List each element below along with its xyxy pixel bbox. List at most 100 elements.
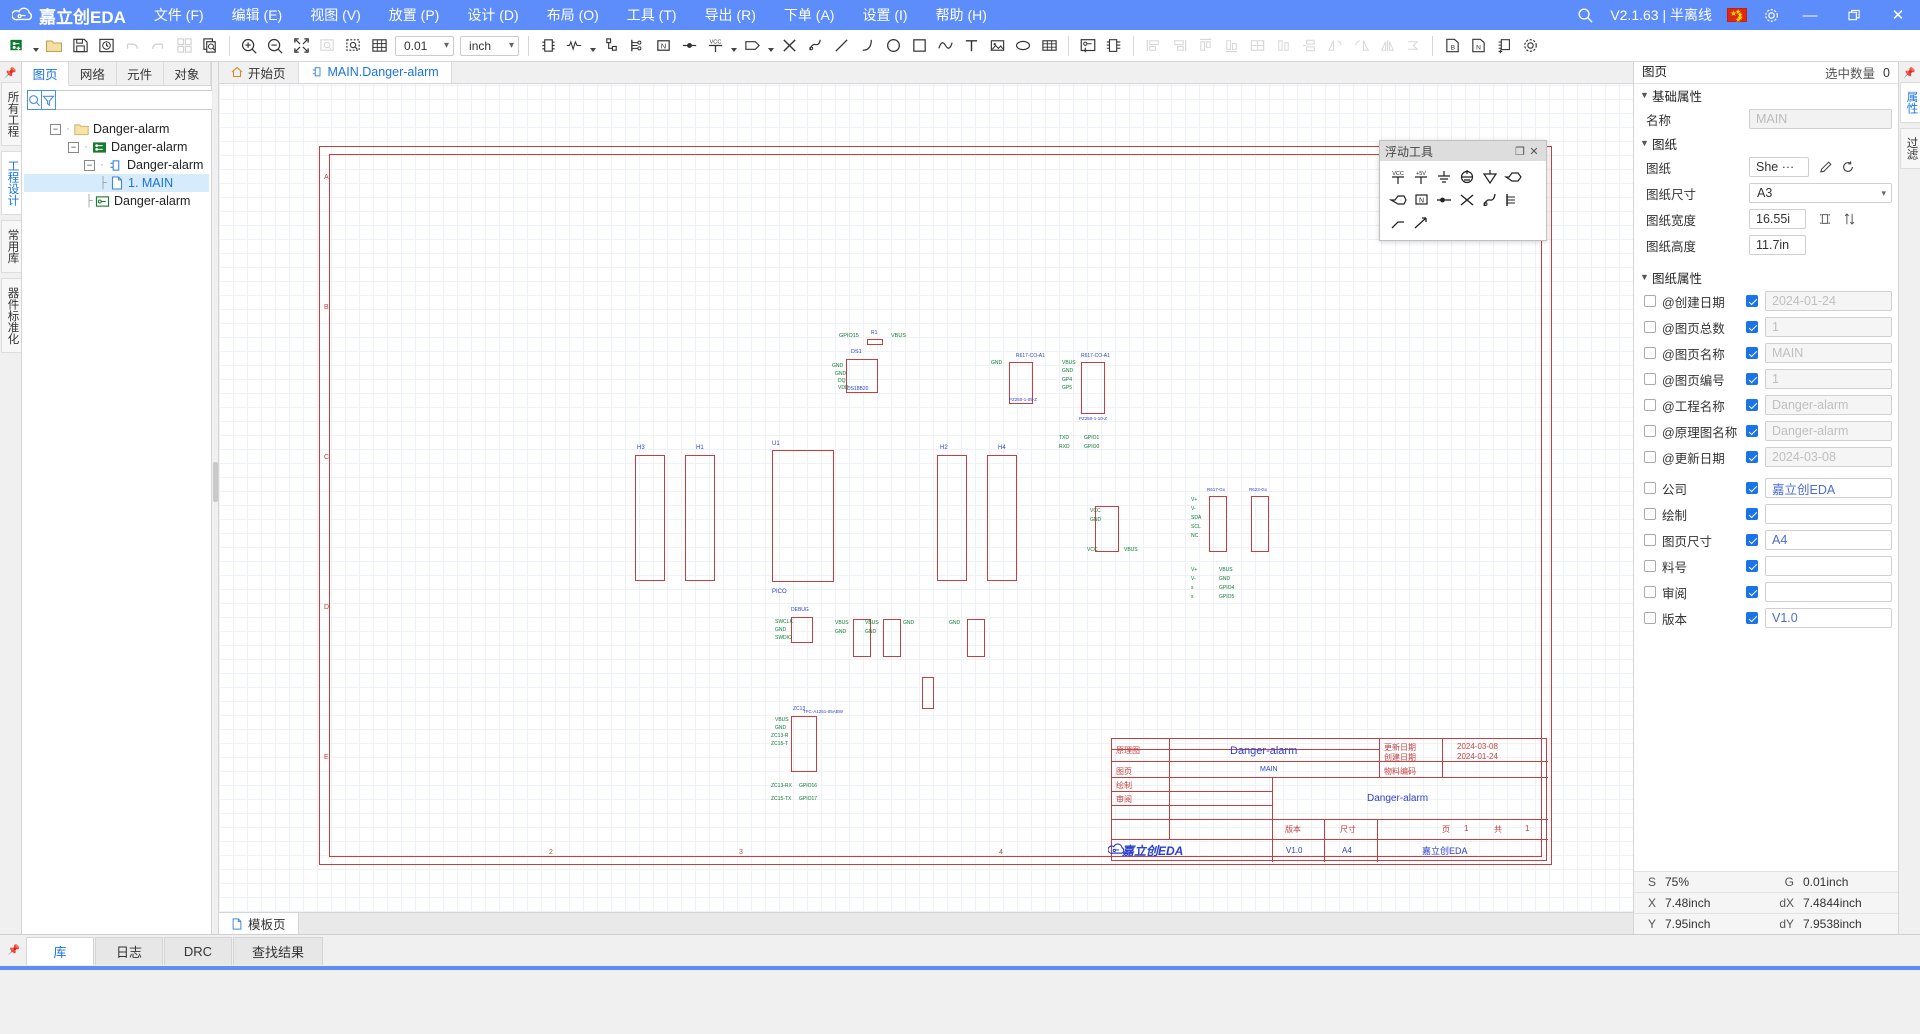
bus-entry-icon[interactable] bbox=[1386, 211, 1409, 234]
doc-tab-start-page[interactable]: 开始页 bbox=[219, 62, 299, 83]
netlabel-icon[interactable]: N bbox=[650, 33, 676, 59]
restore-icon[interactable]: ❐ bbox=[1513, 145, 1527, 158]
minimize-button[interactable]: — bbox=[1788, 0, 1832, 30]
fit-screen-icon[interactable] bbox=[288, 33, 314, 59]
menu-layout[interactable]: 布局 (O) bbox=[533, 0, 613, 30]
attr-visible-checkbox[interactable] bbox=[1746, 399, 1758, 411]
panel-tab-objects[interactable]: 对象 bbox=[163, 62, 211, 85]
menu-order[interactable]: 下单 (A) bbox=[770, 0, 849, 30]
pin-icon[interactable]: 📌 bbox=[1903, 64, 1915, 82]
attr-visible-checkbox[interactable] bbox=[1746, 482, 1758, 494]
attr-value[interactable] bbox=[1765, 556, 1892, 576]
panel-tab-sheets[interactable]: 图页 bbox=[22, 62, 70, 86]
connector-h1[interactable] bbox=[685, 455, 715, 581]
left-splitter[interactable] bbox=[212, 62, 219, 934]
attr-visible-checkbox[interactable] bbox=[1746, 451, 1758, 463]
attr-value[interactable]: 1 bbox=[1765, 317, 1892, 337]
footer-tab-library[interactable]: 库 bbox=[26, 936, 94, 965]
attr-checkbox[interactable] bbox=[1644, 508, 1656, 520]
zoom-area-icon[interactable] bbox=[340, 33, 366, 59]
floating-tool-palette[interactable]: 浮动工具 ❐ ✕ VCC +5V N bbox=[1379, 140, 1547, 241]
expander-icon[interactable]: − bbox=[68, 141, 79, 153]
bus-icon[interactable] bbox=[624, 33, 650, 59]
module-g1[interactable] bbox=[1209, 496, 1227, 552]
attr-visible-checkbox[interactable] bbox=[1746, 425, 1758, 437]
attr-value[interactable]: MAIN bbox=[1765, 343, 1892, 363]
new-sheet-icon[interactable] bbox=[4, 33, 30, 59]
gear-icon[interactable] bbox=[1754, 0, 1788, 30]
place-symbol-icon[interactable] bbox=[1101, 33, 1127, 59]
copy-paste-icon[interactable] bbox=[171, 33, 197, 59]
expander-icon[interactable]: − bbox=[84, 159, 95, 171]
image-icon[interactable] bbox=[984, 33, 1010, 59]
place-part-icon[interactable] bbox=[1075, 33, 1101, 59]
header-j5[interactable] bbox=[967, 619, 985, 657]
name-input[interactable]: MAIN bbox=[1749, 109, 1892, 129]
footer-tab-log[interactable]: 日志 bbox=[95, 936, 163, 965]
expander-icon[interactable]: − bbox=[50, 123, 61, 135]
menu-help[interactable]: 帮助 (H) bbox=[922, 0, 1001, 30]
attr-checkbox[interactable] bbox=[1644, 560, 1656, 572]
attr-checkbox[interactable] bbox=[1644, 347, 1656, 359]
resistor-r1[interactable] bbox=[867, 339, 883, 345]
menu-view[interactable]: 视图 (V) bbox=[296, 0, 375, 30]
pcb-icon[interactable] bbox=[1491, 33, 1517, 59]
swd-debug[interactable] bbox=[791, 617, 813, 643]
bom-icon[interactable]: B bbox=[1439, 33, 1465, 59]
netlabel-icon[interactable]: N bbox=[1409, 188, 1432, 211]
attr-visible-checkbox[interactable] bbox=[1746, 508, 1758, 520]
port-icon[interactable] bbox=[1386, 188, 1409, 211]
save-icon[interactable] bbox=[67, 33, 93, 59]
attr-checkbox[interactable] bbox=[1644, 586, 1656, 598]
zoom-selection-icon[interactable] bbox=[314, 33, 340, 59]
align-right-icon[interactable] bbox=[1166, 33, 1192, 59]
menu-edit[interactable]: 编辑 (E) bbox=[218, 0, 297, 30]
attr-visible-checkbox[interactable] bbox=[1746, 586, 1758, 598]
attr-checkbox[interactable] bbox=[1644, 425, 1656, 437]
rail-tab-project-design[interactable]: 工程设计 bbox=[0, 151, 21, 215]
plus5v-icon[interactable]: +5V bbox=[1409, 165, 1432, 188]
tree-node-project[interactable]: − · Danger-alarm bbox=[24, 138, 209, 156]
unit-select[interactable]: inch ▾ bbox=[460, 35, 520, 56]
spline-icon[interactable] bbox=[932, 33, 958, 59]
junction-icon[interactable] bbox=[676, 33, 702, 59]
undo-icon[interactable] bbox=[119, 33, 145, 59]
fit-icon[interactable] bbox=[1812, 212, 1838, 226]
attr-value[interactable]: 2024-01-24 bbox=[1765, 291, 1892, 311]
settings-gear-icon[interactable] bbox=[1517, 33, 1543, 59]
table-icon[interactable] bbox=[1036, 33, 1062, 59]
attr-checkbox[interactable] bbox=[1644, 482, 1656, 494]
chassis-ground-icon[interactable] bbox=[1478, 165, 1501, 188]
menu-design[interactable]: 设计 (D) bbox=[453, 0, 532, 30]
refresh-icon[interactable] bbox=[1837, 160, 1859, 174]
chevron-down-icon[interactable] bbox=[587, 33, 598, 59]
connector-h2[interactable] bbox=[937, 455, 967, 581]
menu-file[interactable]: 文件 (F) bbox=[140, 0, 218, 30]
attr-value[interactable]: Danger-alarm bbox=[1765, 395, 1892, 415]
netport-icon[interactable] bbox=[598, 33, 624, 59]
section-basic-properties[interactable]: ▼ 基础属性 bbox=[1634, 84, 1898, 106]
footer-tab-find-results[interactable]: 查找结果 bbox=[233, 936, 324, 965]
find-replace-icon[interactable] bbox=[197, 33, 223, 59]
chevron-down-icon[interactable] bbox=[30, 33, 41, 59]
ic-u2-tfc-a1251[interactable] bbox=[791, 716, 817, 772]
filter-icon[interactable] bbox=[42, 90, 56, 110]
rail-tab-all-projects[interactable]: 所有工程 bbox=[0, 82, 21, 146]
attr-checkbox[interactable] bbox=[1644, 534, 1656, 546]
pin-icon[interactable]: 📌 bbox=[2, 945, 26, 956]
attr-value[interactable]: 2024-03-08 bbox=[1765, 447, 1892, 467]
circle-icon[interactable] bbox=[880, 33, 906, 59]
header-j4[interactable] bbox=[922, 677, 934, 709]
attr-visible-checkbox[interactable] bbox=[1746, 295, 1758, 307]
chevron-down-icon[interactable] bbox=[728, 33, 739, 59]
attr-checkbox[interactable] bbox=[1644, 295, 1656, 307]
edit-pencil-icon[interactable] bbox=[1815, 160, 1837, 174]
header-j3[interactable] bbox=[883, 619, 901, 657]
wire-icon[interactable] bbox=[802, 33, 828, 59]
attr-visible-checkbox[interactable] bbox=[1746, 560, 1758, 572]
section-sheet-attributes[interactable]: ▼ 图纸属性 bbox=[1634, 266, 1898, 288]
flip-v-icon[interactable] bbox=[1348, 33, 1374, 59]
menu-settings[interactable]: 设置 (I) bbox=[848, 0, 921, 30]
netlist-icon[interactable]: N bbox=[1465, 33, 1491, 59]
bus-icon[interactable] bbox=[1501, 188, 1524, 211]
